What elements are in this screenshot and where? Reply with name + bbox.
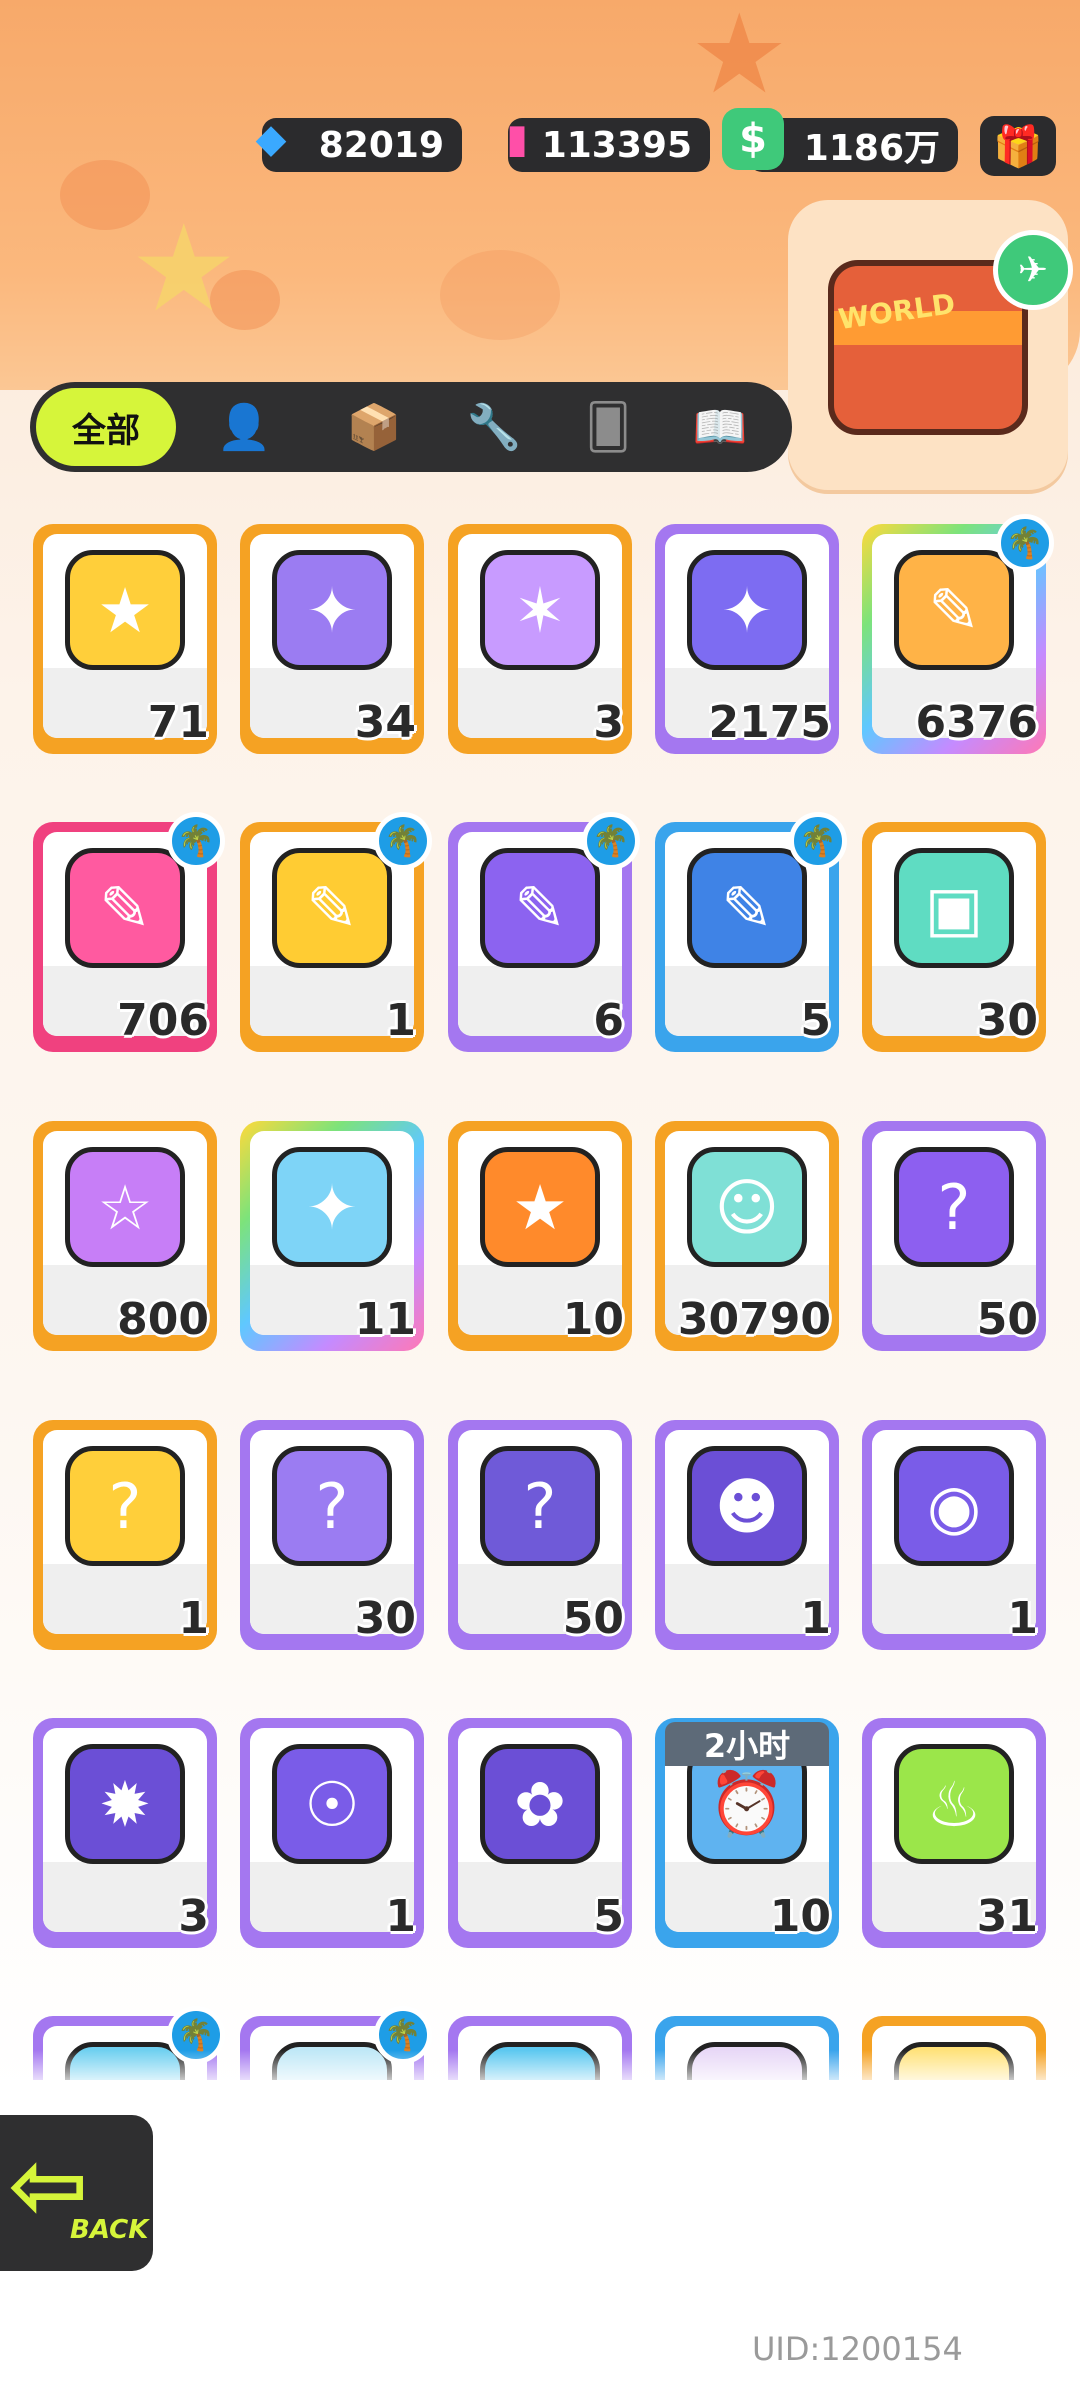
item-count: 30 <box>976 995 1038 1046</box>
user-id: UID:1200154 <box>752 2330 963 2368</box>
deity-ticket-gold-icon: ★ <box>65 550 185 670</box>
rainbow-crayon-icon: ✎ <box>894 550 1014 670</box>
season-ticket-icon: ☺ <box>687 1147 807 1267</box>
mpety-jelly-ball-icon: ☉ <box>272 1744 392 1864</box>
blue-crayon-icon: ✎ <box>687 848 807 968</box>
mpety-fish-ball-icon: ◉ <box>894 1446 1014 1566</box>
item-count: 2175 <box>708 697 831 748</box>
yellow-crayon-icon: ✎ <box>272 848 392 968</box>
item-card-season-ticket[interactable]: ☺ 30790 <box>655 1121 839 1351</box>
deity-ticket-purple-icon: ✦ <box>272 550 392 670</box>
deity-mystery-purple-icon: ? <box>272 1446 392 1566</box>
item-count: 3 <box>593 697 624 748</box>
item-card-purple-star[interactable]: ✦ 2175 <box>655 524 839 754</box>
cool-badge-icon: ☆ <box>65 1147 185 1267</box>
item-card-deity-mystery-purple[interactable]: ? 30 <box>240 1420 424 1650</box>
item-count: 706 <box>117 995 209 1046</box>
item-card-purple-crayon[interactable]: ✎ 6 🌴 <box>448 812 640 1052</box>
purple-crayon-icon: ✎ <box>480 848 600 968</box>
item-count: 1 <box>1007 1593 1038 1644</box>
back-label: BACK <box>70 2215 149 2245</box>
mpety-plant-ball-icon: ✿ <box>480 1744 600 1864</box>
travel-card-mystery-icon: ? <box>480 1446 600 1566</box>
item-card-deity-ticket-gold[interactable]: ★ 71 <box>33 524 217 754</box>
scroll-fade <box>0 2050 1080 2090</box>
item-count: 6 <box>593 995 624 1046</box>
item-count: 800 <box>117 1294 209 1345</box>
mystery-egg-icon: ? <box>894 1147 1014 1267</box>
star-medal-icon: ★ <box>480 1147 600 1267</box>
green-cup-icon: ♨ <box>894 1744 1014 1864</box>
item-count: 71 <box>147 697 209 748</box>
item-card-deity-ticket-purple[interactable]: ✦ 34 <box>240 524 424 754</box>
item-count: 1 <box>385 1891 416 1942</box>
palm-tree-badge-icon: 🌴 <box>996 514 1054 572</box>
item-card-mpety-bat-ball[interactable]: ☻ 1 <box>655 1420 839 1650</box>
item-count: 1 <box>385 995 416 1046</box>
lottery-ticket-icon: ✦ <box>272 1147 392 1267</box>
item-count: 11 <box>354 1294 416 1345</box>
item-card-mpety-jelly-ball[interactable]: ☉ 1 <box>240 1718 424 1948</box>
item-card-mpety-fish-ball[interactable]: ◉ 1 <box>862 1420 1046 1650</box>
palm-tree-badge-icon: 🌴 <box>789 812 847 870</box>
mpety-bat-ball-icon: ☻ <box>687 1446 807 1566</box>
item-card-green-cup[interactable]: ♨ 31 <box>862 1718 1046 1948</box>
item-card-pink-crayon[interactable]: ✎ 706 🌴 <box>33 812 225 1052</box>
item-count: 50 <box>976 1294 1038 1345</box>
item-count: 5 <box>593 1891 624 1942</box>
item-count: 34 <box>354 697 416 748</box>
item-card-cool-badge[interactable]: ☆ 800 <box>33 1121 217 1351</box>
item-card-mpety-plant-ball[interactable]: ✿ 5 <box>448 1718 632 1948</box>
item-card-deity-mystery-gold[interactable]: ? 1 <box>33 1420 217 1650</box>
item-card-rainbow-crayon[interactable]: ✎ 6376 🌴 <box>862 514 1054 754</box>
back-button[interactable]: ⇦ BACK <box>0 2110 158 2276</box>
rainbow-star-icon: ✶ <box>480 550 600 670</box>
palm-tree-badge-icon: 🌴 <box>167 812 225 870</box>
item-card-travel-card-mystery[interactable]: ? 50 <box>448 1420 632 1650</box>
item-count: 5 <box>800 995 831 1046</box>
item-count: 10 <box>562 1294 624 1345</box>
deity-mystery-gold-icon: ? <box>65 1446 185 1566</box>
color-cube-icon: ▣ <box>894 848 1014 968</box>
purple-star-icon: ✦ <box>687 550 807 670</box>
item-card-color-cube[interactable]: ▣ 30 <box>862 822 1046 1052</box>
item-count: 10 <box>769 1891 831 1942</box>
palm-tree-badge-icon: 🌴 <box>374 812 432 870</box>
item-count: 30 <box>354 1593 416 1644</box>
pink-crayon-icon: ✎ <box>65 848 185 968</box>
item-count: 1 <box>178 1593 209 1644</box>
item-count: 50 <box>562 1593 624 1644</box>
item-count: 6376 <box>915 697 1038 748</box>
item-card-star-medal[interactable]: ★ 10 <box>448 1121 632 1351</box>
item-card-mpety-piranha-ball[interactable]: ✹ 3 <box>33 1718 217 1948</box>
item-timer: 2小时 <box>665 1722 829 1766</box>
mpety-piranha-ball-icon: ✹ <box>65 1744 185 1864</box>
item-card-blue-crayon[interactable]: ✎ 5 🌴 <box>655 812 847 1052</box>
item-count: 30790 <box>677 1294 831 1345</box>
item-card-mystery-egg[interactable]: ? 50 <box>862 1121 1046 1351</box>
item-card-rainbow-star[interactable]: ✶ 3 <box>448 524 632 754</box>
item-count: 1 <box>800 1593 831 1644</box>
item-card-lottery-ticket[interactable]: ✦ 11 <box>240 1121 424 1351</box>
item-count: 3 <box>178 1891 209 1942</box>
item-card-yellow-crayon[interactable]: ✎ 1 🌴 <box>240 812 432 1052</box>
palm-tree-badge-icon: 🌴 <box>582 812 640 870</box>
item-count: 31 <box>976 1891 1038 1942</box>
item-card-alarm-clock[interactable]: ⏰ 10 2小时 <box>655 1718 839 1948</box>
item-grid: ★ 71 ✦ 34 ✶ 3 ✦ 2175 ✎ 6376 🌴 ✎ 706 🌴 ✎ 1 🌴 ✎ 6 🌴 ✎ 5 🌴 ▣ 30 ☆ 800… <box>0 0 1080 2080</box>
